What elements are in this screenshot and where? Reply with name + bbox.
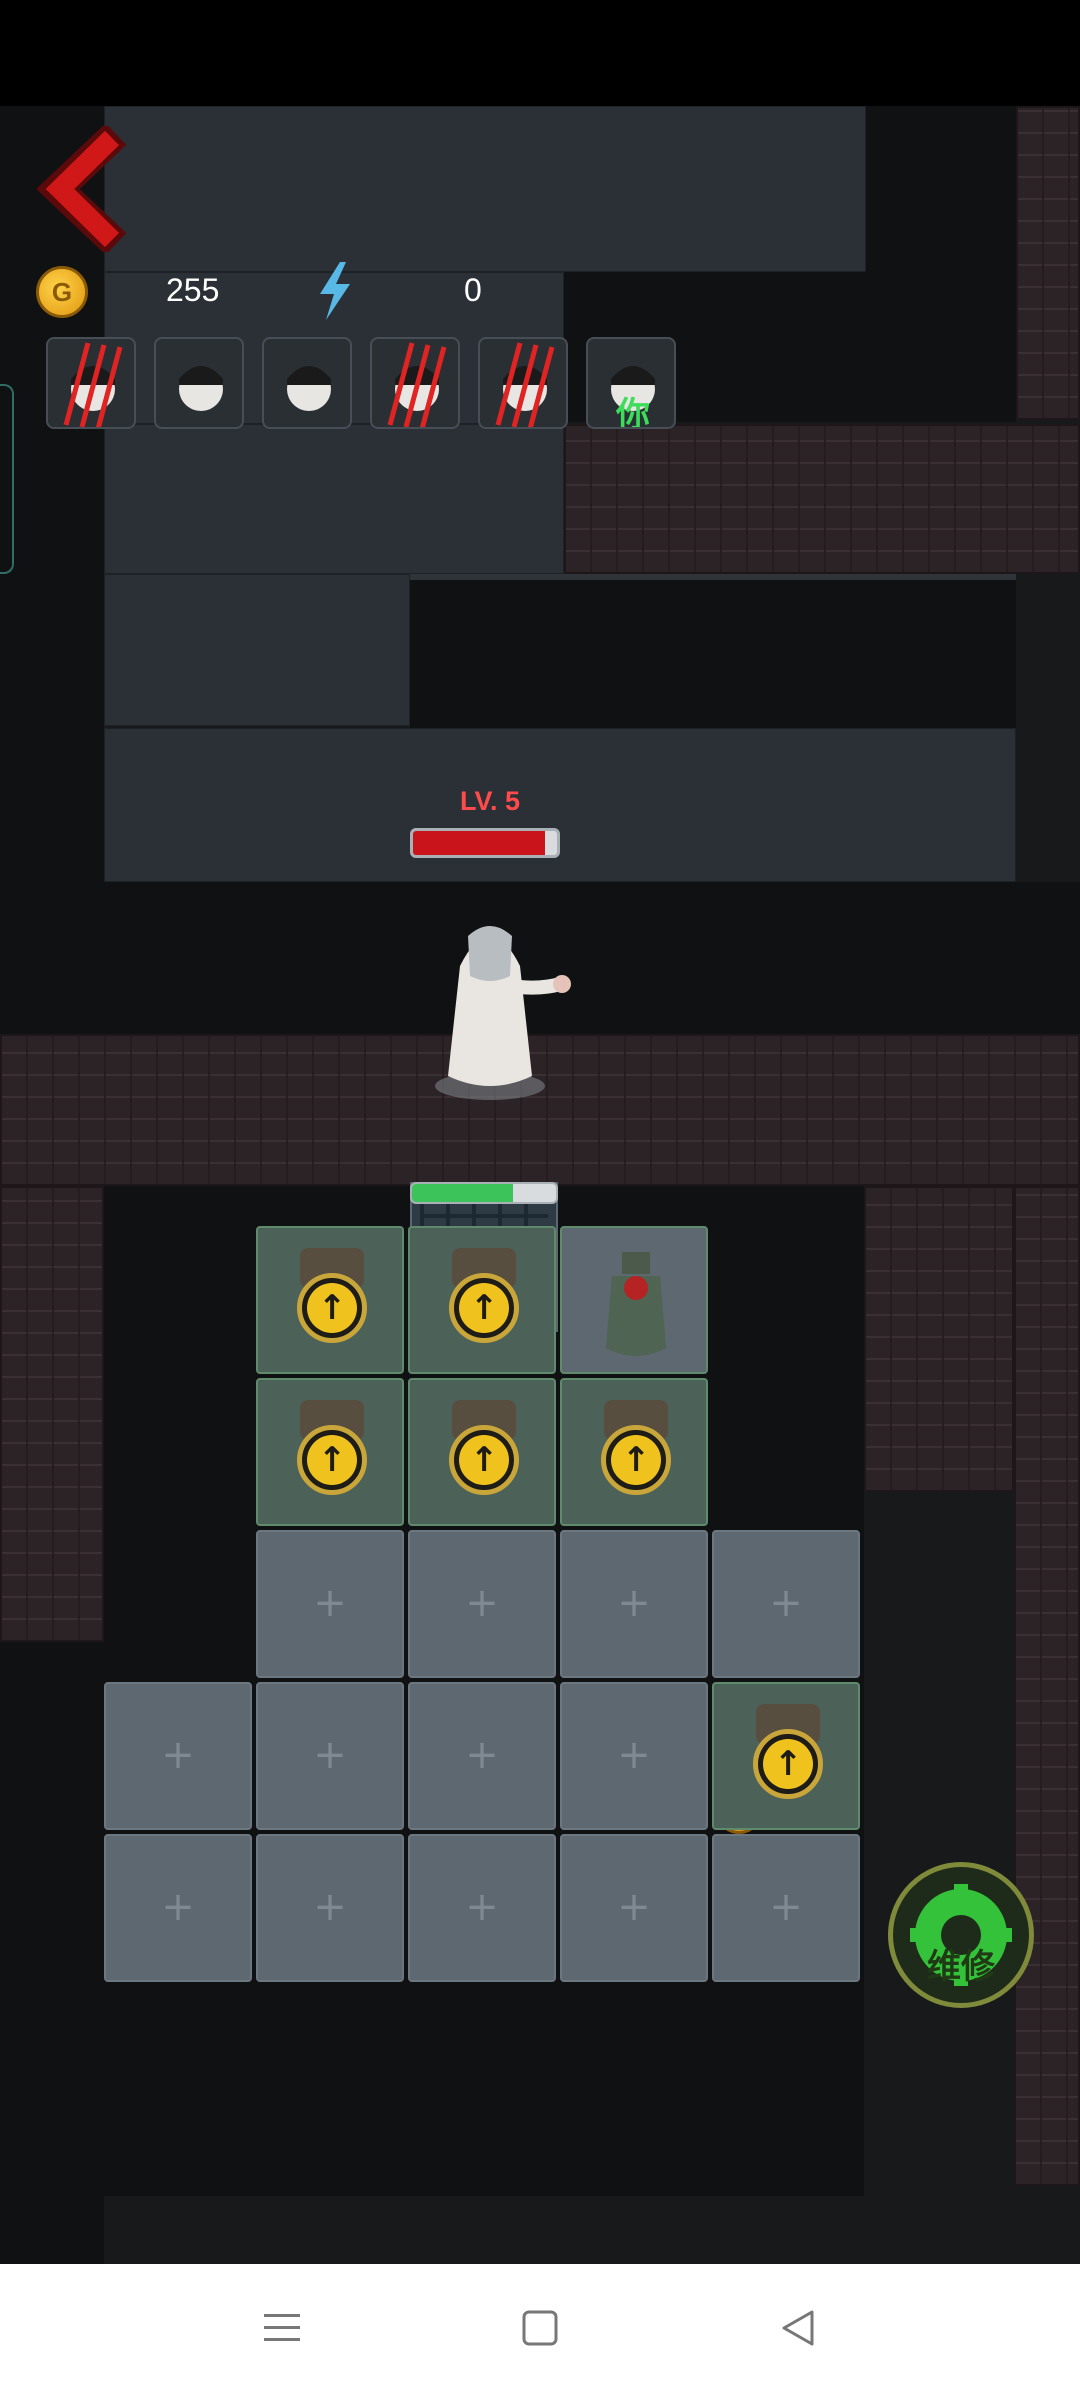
clawed-ghost-avatar-3 xyxy=(478,337,568,429)
top-room-floor xyxy=(104,106,866,272)
side-panel-tab[interactable] xyxy=(0,384,14,574)
empty-build-slot[interactable] xyxy=(256,1682,404,1830)
clawed-ghost-avatar-2 xyxy=(370,337,460,429)
bottle-slot[interactable] xyxy=(560,1226,708,1374)
enemy-level-text: LV. 5 xyxy=(459,786,521,816)
upgrade-button[interactable]: ↑ xyxy=(297,1273,367,1343)
empty-build-slot[interactable] xyxy=(408,1834,556,1982)
fork-slot[interactable]: ↑ xyxy=(256,1226,404,1374)
pot-slot[interactable]: ↑ xyxy=(408,1378,556,1526)
gold-value: 255 xyxy=(166,272,220,308)
square-home-icon[interactable] xyxy=(520,2308,560,2348)
triangle-back-icon[interactable] xyxy=(778,2308,818,2348)
brick-right xyxy=(864,1186,1014,1492)
corridor-floor-2 xyxy=(104,424,564,574)
up-arrow-icon: ↑ xyxy=(459,1283,509,1333)
pot-slot[interactable]: ↑ xyxy=(256,1378,404,1526)
bed-slot[interactable]: ↑ xyxy=(712,1682,860,1830)
claw-mark-icon xyxy=(387,342,447,427)
menu-icon[interactable] xyxy=(262,2308,302,2348)
back-arrow-icon xyxy=(36,123,127,255)
black-hair-girl-avatar xyxy=(262,337,352,429)
empty-build-slot[interactable] xyxy=(712,1530,860,1678)
game-map[interactable]: LV. 5 G +8 G +8 维修 ↑↑↑↑↑↑ xyxy=(0,106,1080,2264)
brick-row-1 xyxy=(564,424,1080,574)
empty-build-slot[interactable] xyxy=(560,1834,708,1982)
lightning-icon xyxy=(320,262,350,320)
claw-mark-icon xyxy=(495,342,555,427)
empty-build-slot[interactable] xyxy=(104,1682,252,1830)
empty-build-slot[interactable] xyxy=(560,1530,708,1678)
corridor-floor-3 xyxy=(104,574,410,726)
empty-build-slot[interactable] xyxy=(712,1834,860,1982)
upgrade-button[interactable]: ↑ xyxy=(449,1273,519,1343)
clawed-ghost-avatar-1 xyxy=(46,337,136,429)
gold-icon-letter: G xyxy=(51,276,73,307)
door-health-fill xyxy=(412,1184,513,1202)
up-arrow-icon: ↑ xyxy=(763,1739,813,1789)
brick-wall xyxy=(1016,106,1080,420)
green-hair-avatar: 你 xyxy=(586,337,676,429)
up-arrow-icon: ↑ xyxy=(307,1283,357,1333)
you-badge: 你 xyxy=(616,395,650,429)
system-navigation-bar xyxy=(0,2264,1080,2400)
upgrade-button[interactable]: ↑ xyxy=(753,1729,823,1799)
upgrade-button[interactable]: ↑ xyxy=(601,1425,671,1495)
claw-mark-icon xyxy=(63,342,123,427)
ghost-enemy[interactable] xyxy=(420,906,580,1106)
repair-button[interactable]: 维修 xyxy=(888,1862,1034,2008)
up-arrow-icon: ↑ xyxy=(307,1435,357,1485)
gold-counter: G xyxy=(36,266,88,318)
enemy-level-label: LV. 5 xyxy=(445,786,535,834)
dark-corridor xyxy=(410,574,1016,728)
brick-left xyxy=(0,1186,104,1642)
main-corridor xyxy=(104,728,1016,882)
energy-value: 0 xyxy=(464,272,482,308)
door-health-bar xyxy=(410,1182,558,1204)
enemy-health-fill xyxy=(413,831,546,855)
bottle-icon xyxy=(606,1252,666,1356)
empty-build-slot[interactable] xyxy=(408,1682,556,1830)
up-arrow-icon: ↑ xyxy=(459,1435,509,1485)
upgrade-button[interactable]: ↑ xyxy=(297,1425,367,1495)
upgrade-button[interactable]: ↑ xyxy=(449,1425,519,1495)
back-button[interactable] xyxy=(36,123,132,255)
repair-label: 维修 xyxy=(927,1946,995,1987)
up-arrow-icon: ↑ xyxy=(611,1435,661,1485)
empty-build-slot[interactable] xyxy=(256,1530,404,1678)
gold-icon: G xyxy=(36,266,88,318)
avatar-face-icon xyxy=(179,366,223,411)
straw-hat-avatar xyxy=(154,337,244,429)
bell-slot[interactable]: ↑ xyxy=(408,1226,556,1374)
empty-build-slot[interactable] xyxy=(408,1530,556,1678)
empty-build-slot[interactable] xyxy=(256,1834,404,1982)
empty-build-slot[interactable] xyxy=(560,1682,708,1830)
enemy-health-bar xyxy=(410,828,560,858)
empty-build-slot[interactable] xyxy=(104,1834,252,1982)
brick-far-right xyxy=(1014,1186,1080,2186)
pot-slot[interactable]: ↑ xyxy=(560,1378,708,1526)
status-bar xyxy=(0,0,1080,106)
avatar-face-icon xyxy=(287,366,331,411)
